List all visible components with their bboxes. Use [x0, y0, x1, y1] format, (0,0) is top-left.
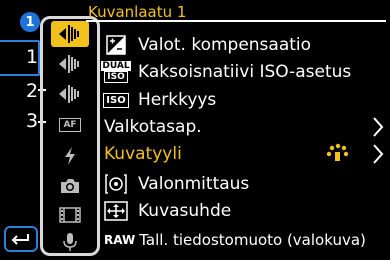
photo-quality-icon [59, 55, 79, 73]
camera-icon [61, 179, 79, 193]
header-divider [86, 20, 386, 22]
iso-icon: ISO [103, 89, 129, 111]
menu-item-label: Tall. tiedostomuoto (valokuva) [139, 231, 366, 249]
tab-af[interactable]: AF [51, 112, 89, 138]
photo-quality-icon [59, 85, 79, 103]
flash-icon [65, 147, 75, 165]
back-button[interactable] [4, 226, 38, 252]
tab-movie[interactable] [51, 202, 89, 228]
dual-iso-icon: DUAL ISO [101, 61, 131, 83]
aspect-ratio-icon [104, 200, 128, 222]
menu-item-metering[interactable]: Valonmittaus [104, 171, 384, 197]
menu-item-label: Kuvasuhde [138, 201, 232, 221]
tab-photo-quality-3[interactable] [51, 81, 89, 107]
menu-item-photo-style[interactable]: Kuvatyyli [104, 141, 384, 167]
menu-item-label: Kuvatyyli [104, 144, 182, 164]
page-column: 1 1 2 3 [0, 0, 46, 260]
photo-quality-icon [59, 25, 79, 43]
menu-item-white-balance[interactable]: Valkotasap. [104, 114, 384, 140]
menu-item-label: Valkotasap. [104, 117, 202, 137]
menu-item-dual-native-iso[interactable]: DUAL ISO Kaksoisnatiivi ISO-asetus [101, 59, 384, 85]
menu-item-label: Valot. kompensaatio [138, 35, 312, 55]
menu-item-label: Kaksoisnatiivi ISO-asetus [138, 62, 352, 82]
af-icon: AF [59, 118, 81, 132]
return-arrow-icon [11, 234, 29, 245]
menu-item-exposure-compensation[interactable]: Valot. kompensaatio [104, 32, 384, 58]
active-page-badge: 1 [20, 12, 40, 32]
raw-icon: RAW [104, 233, 136, 247]
chevron-right-icon [373, 144, 384, 164]
tab-audio[interactable] [51, 229, 89, 255]
tab-photo-quality-2[interactable] [51, 51, 89, 77]
film-icon [59, 207, 81, 223]
tab-flash[interactable] [51, 143, 89, 169]
menu-item-file-format[interactable]: RAW Tall. tiedostomuoto (valokuva) [104, 227, 384, 253]
menu-title: Kuvanlaatu 1 [88, 3, 187, 21]
tab-rail: AF [40, 16, 100, 256]
menu-item-sensitivity[interactable]: ISO Herkkyys [103, 87, 384, 113]
menu-item-label: Valonmittaus [138, 174, 250, 194]
menu-item-label: Herkkyys [138, 90, 217, 110]
tab-photo-quality-1[interactable] [51, 21, 89, 47]
tab-camera[interactable] [51, 173, 89, 199]
microphone-icon [63, 233, 77, 251]
exposure-compensation-icon [104, 34, 128, 56]
menu-item-aspect-ratio[interactable]: Kuvasuhde [104, 198, 384, 224]
photo-style-standard-icon [326, 143, 349, 161]
chevron-right-icon [373, 117, 384, 137]
metering-icon [104, 173, 128, 195]
